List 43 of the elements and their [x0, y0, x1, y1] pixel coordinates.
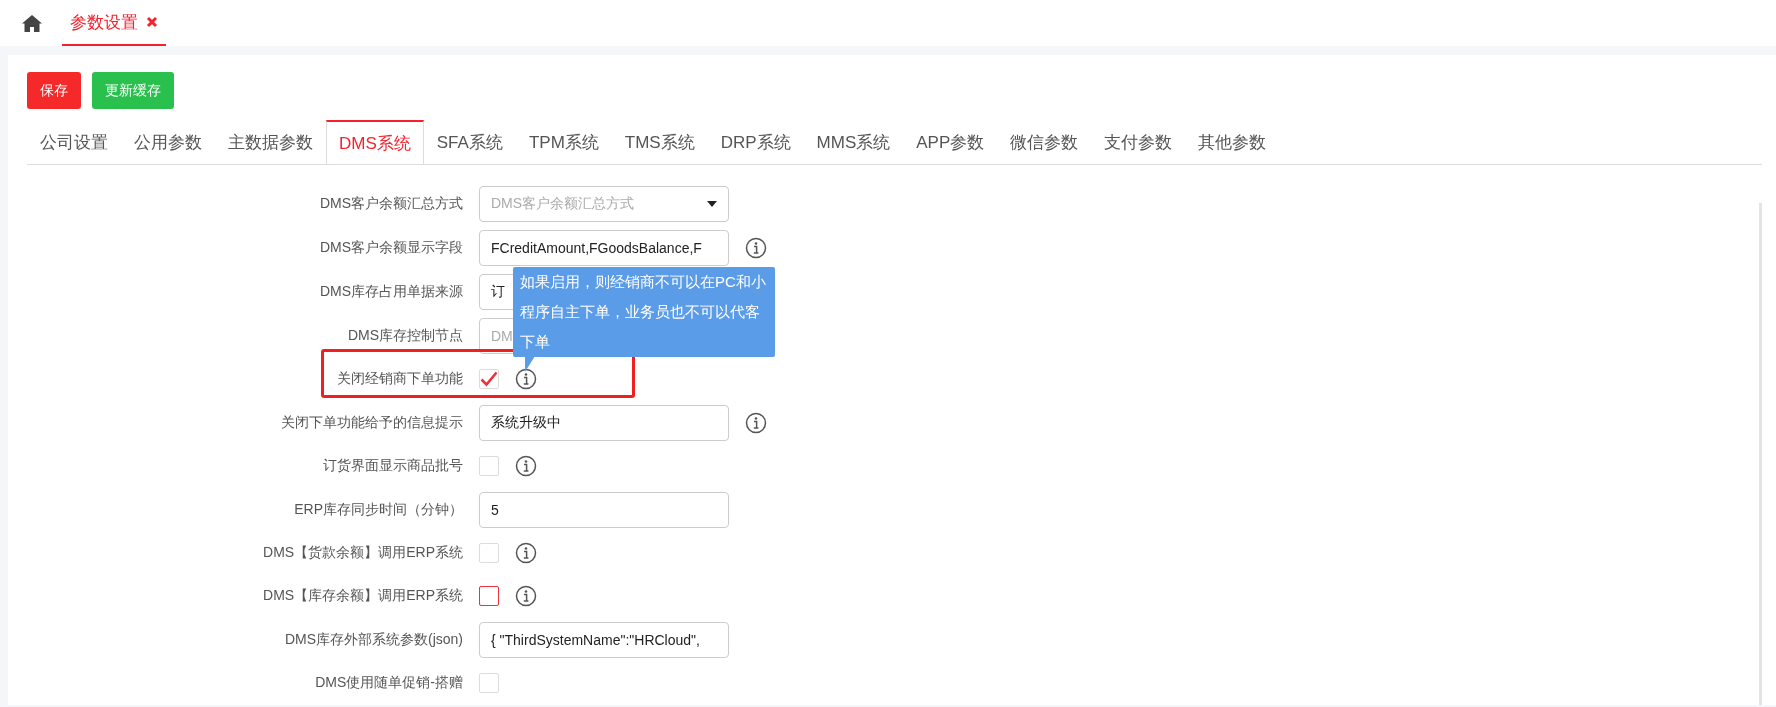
tab[interactable]: DRP系统 [707, 120, 804, 165]
setting-label: DMS库存外部系统参数(json) [283, 630, 463, 649]
page-tab[interactable]: 参数设置 [62, 0, 166, 46]
setting-label: 关闭下单功能给予的信息提示 [280, 413, 463, 432]
setting-label: ERP库存同步时间（分钟） [293, 500, 463, 519]
tab[interactable]: 支付参数 [1091, 120, 1186, 165]
input-field[interactable]: FCreditAmount,FGoodsBalance,F [479, 229, 729, 266]
setting-label: 订货界面显示商品批号 [322, 457, 463, 475]
save-button[interactable]: 保存 [27, 72, 81, 109]
tab[interactable]: SFA系统 [423, 120, 516, 165]
tab[interactable]: 微信参数 [997, 120, 1092, 165]
setting-label: DMS客户余额汇总方式 [318, 194, 463, 213]
info-icon[interactable] [745, 236, 767, 259]
home-icon[interactable] [22, 14, 42, 32]
setting-label: DMS库存占用单据来源 [318, 282, 463, 301]
close-icon[interactable] [146, 16, 158, 28]
info-icon[interactable] [745, 411, 767, 434]
tab[interactable]: TMS系统 [611, 120, 708, 165]
info-icon[interactable] [515, 368, 537, 390]
setting-label: DMS【库存余额】调用ERP系统 [262, 587, 463, 605]
tab[interactable]: 公司设置 [27, 120, 121, 165]
tab[interactable]: 主数据参数 [215, 120, 326, 165]
tab[interactable]: DMS系统 [326, 120, 424, 165]
info-icon[interactable] [515, 585, 537, 607]
info-icon[interactable] [515, 455, 537, 477]
tab[interactable]: APP参数 [903, 120, 998, 165]
setting-label: DMS客户余额显示字段 [318, 238, 463, 257]
info-icon[interactable] [515, 542, 537, 564]
caret-icon [707, 200, 717, 207]
input-field[interactable]: 5 [479, 491, 729, 528]
setting-label: DMS库存控制节点 [346, 326, 463, 345]
tab[interactable]: MMS系统 [803, 120, 904, 165]
setting-label: DMS【货款余额】调用ERP系统 [262, 544, 463, 562]
setting-label: DMS使用随单促销-搭赠 [314, 674, 463, 692]
tab[interactable]: 其他参数 [1185, 120, 1280, 165]
tab[interactable]: 公用参数 [121, 120, 215, 165]
tooltip-arrow-icon [525, 356, 535, 372]
input-field[interactable]: 系统升级中 [479, 404, 729, 441]
checkbox[interactable] [479, 586, 499, 606]
tooltip: 如果启用，则经销商不可以在PC和小程序自主下单，业务员也不可以代客下单 [513, 267, 775, 357]
tab[interactable]: TPM系统 [515, 120, 612, 165]
setting-label: 关闭经销商下单功能 [336, 370, 463, 388]
input-field[interactable]: { "ThirdSystemName":"HRCloud", [479, 621, 729, 658]
